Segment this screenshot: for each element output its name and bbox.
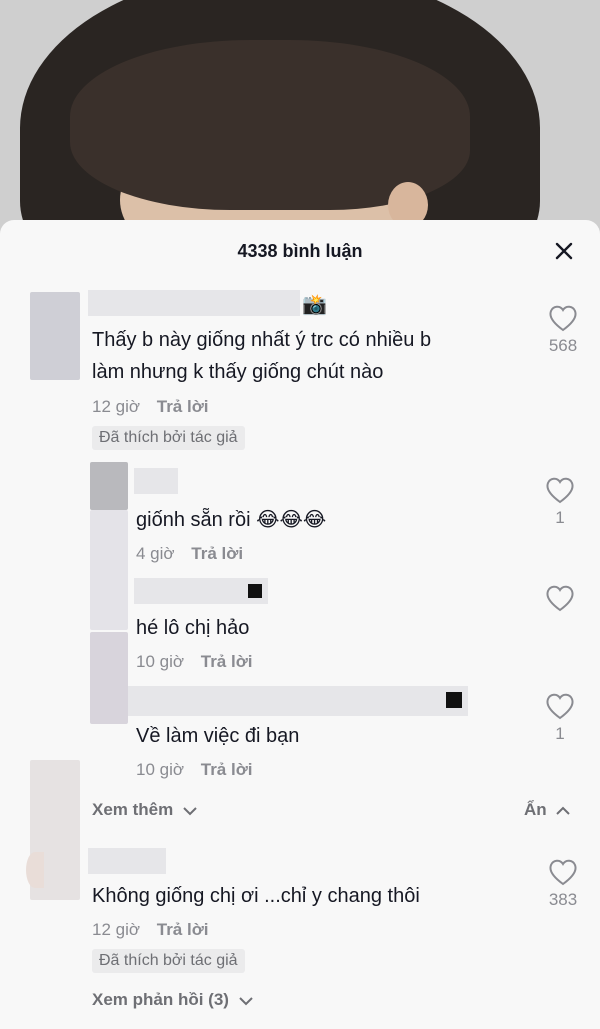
close-button[interactable] — [552, 239, 576, 263]
avatar[interactable] — [26, 852, 44, 888]
reply-time: 10 giờ — [136, 760, 185, 779]
comment-line: làm nhưng k thấy giống chút nào — [92, 361, 384, 383]
like-group: 1 — [530, 476, 590, 528]
laughing-emoji: 😂😂😂 — [256, 509, 327, 531]
close-icon — [555, 242, 573, 260]
video-background — [0, 0, 600, 240]
comment-meta: 12 giờ Trả lời — [92, 397, 209, 417]
reply-text: hé lô chị hảo — [136, 617, 250, 639]
comment-text: Không giống chị ơi ...chỉ y chang thôi — [92, 885, 420, 907]
heart-icon[interactable] — [545, 692, 575, 720]
heart-icon[interactable] — [545, 476, 575, 504]
avatar[interactable] — [30, 292, 80, 380]
hide-link[interactable]: Ẩn — [524, 800, 571, 820]
like-count: 568 — [548, 336, 578, 355]
comments-count-title: 4338 bình luận — [237, 240, 363, 261]
like-group: 1 — [530, 692, 590, 744]
reply-button[interactable]: Trả lời — [201, 760, 253, 779]
sheet-header: 4338 bình luận — [0, 220, 600, 282]
see-replies-link[interactable]: Xem phản hồi (3) — [92, 990, 254, 1010]
see-more-label: Xem thêm — [92, 800, 174, 819]
comment-line: Thấy b này giống nhất ý trc có nhiều b — [92, 329, 432, 351]
hide-label: Ẩn — [524, 800, 547, 819]
like-group: 383 — [533, 858, 593, 910]
liked-by-creator-badge: Đã thích bởi tác giả — [92, 426, 245, 450]
comment-meta: 12 giờ Trả lời — [92, 920, 209, 940]
reply-button[interactable]: Trả lời — [201, 652, 253, 671]
username-square — [248, 584, 262, 598]
like-group — [530, 584, 590, 616]
reply-button[interactable]: Trả lời — [157, 920, 209, 939]
avatar[interactable] — [90, 462, 128, 510]
reply-time: 4 giờ — [136, 544, 175, 563]
heart-icon[interactable] — [545, 584, 575, 612]
reply-time: 10 giờ — [136, 652, 185, 671]
heart-icon[interactable] — [548, 304, 578, 332]
liked-by-creator-badge: Đã thích bởi tác giả — [92, 949, 245, 973]
heart-icon[interactable] — [548, 858, 578, 886]
like-group: 568 — [533, 304, 593, 356]
reply-meta: 4 giờ Trả lời — [136, 544, 243, 564]
avatar-blur — [90, 510, 128, 630]
reply-button[interactable]: Trả lời — [191, 544, 243, 563]
chevron-down-icon — [238, 996, 253, 1005]
comment-text: Thấy b này giống nhất ý trc có nhiều b l… — [92, 324, 431, 388]
chevron-up-icon — [556, 806, 571, 815]
see-replies-label: Xem phản hồi (3) — [92, 990, 229, 1009]
avatar-blur — [90, 632, 128, 724]
comment-time: 12 giờ — [92, 920, 141, 939]
camera-emoji: 📸 — [302, 294, 327, 316]
like-count: 383 — [548, 890, 578, 909]
reply-meta: 10 giờ Trả lời — [136, 760, 253, 780]
username-blurred[interactable] — [88, 848, 166, 874]
reply-meta: 10 giờ Trả lời — [136, 652, 253, 672]
username-blurred[interactable] — [88, 290, 300, 316]
reply-text: giốnh sẵn rồi 😂😂😂 — [136, 504, 326, 536]
username-blurred[interactable] — [134, 468, 178, 494]
comment-time: 12 giờ — [92, 397, 141, 416]
like-count: 1 — [555, 508, 565, 527]
reply-button[interactable]: Trả lời — [157, 397, 209, 416]
username-blurred[interactable] — [128, 686, 468, 716]
see-more-link[interactable]: Xem thêm — [92, 800, 198, 820]
username-square — [446, 692, 462, 708]
like-count: 1 — [555, 724, 565, 743]
chevron-down-icon — [183, 806, 197, 815]
reply-text: Về làm việc đi bạn — [136, 725, 300, 747]
reply-text-content: giốnh sẵn rồi — [136, 509, 251, 531]
